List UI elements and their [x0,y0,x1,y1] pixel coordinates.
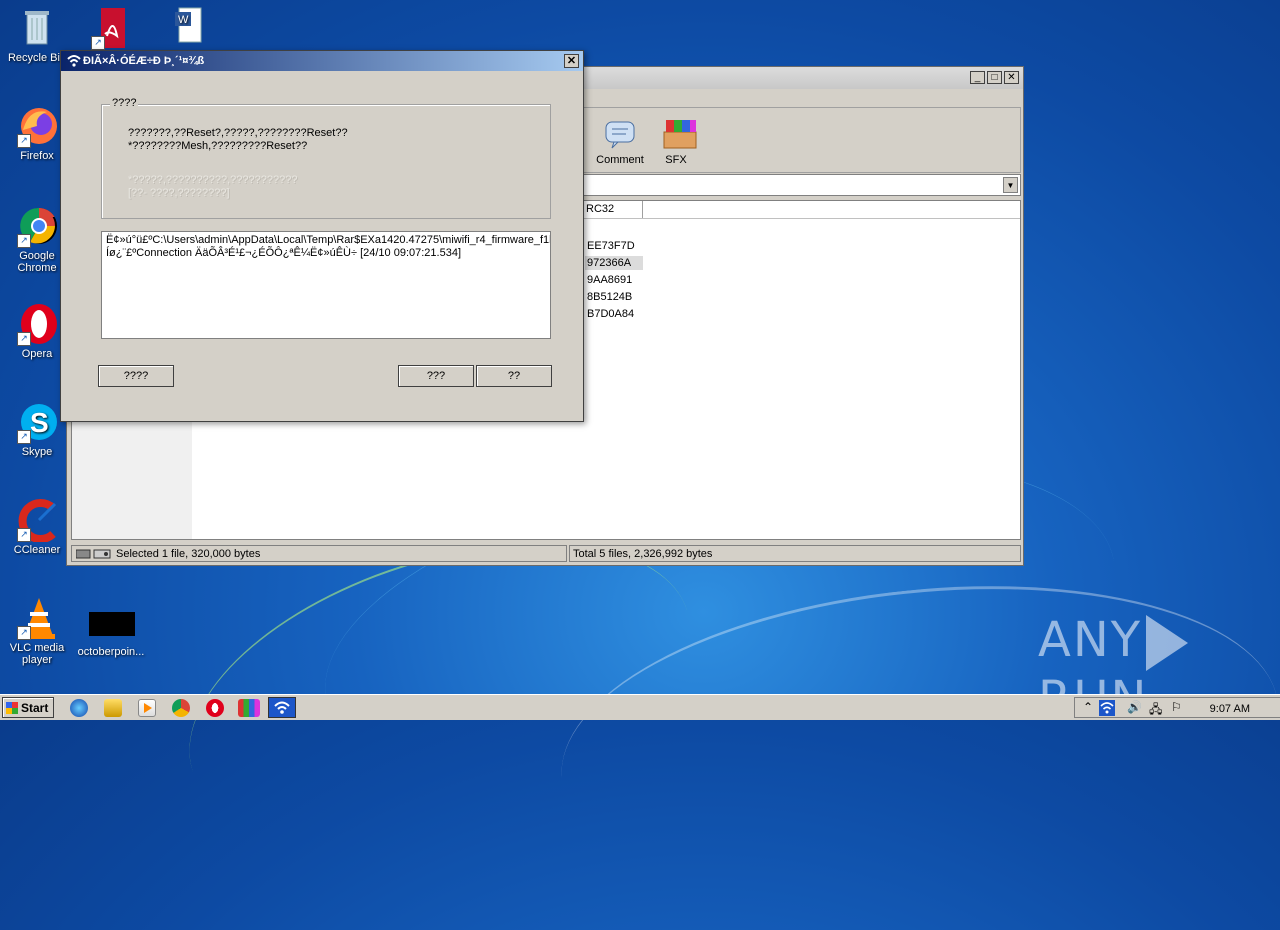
shortcut-arrow-icon: ↗ [17,626,31,640]
dialog-close-button[interactable]: ✕ [564,54,579,68]
repair-tool-dialog[interactable]: ÐIÃ×Â·ÓÉÆ÷Ð Þ¸´¹¤¾ß ✕ ???? ???????,??Res… [60,50,584,422]
explorer-folder-icon[interactable] [104,699,122,717]
start-label: Start [21,701,49,715]
clock[interactable]: 9:07 AM [1210,703,1250,715]
log-line: Ë¢»ú°ü£ºC:\Users\admin\AppData\Local\Tem… [106,234,551,246]
crc32-column-header[interactable]: RC32 [586,203,614,215]
firefox-icon: ↗ [15,104,59,148]
comment-button[interactable]: Comment [590,118,650,166]
desktop-icon-acrobat[interactable]: ↗ [76,6,146,52]
action-center-flag-icon[interactable]: ⚐ [1171,700,1182,714]
crc-cell[interactable]: B7D0A84 [585,307,636,321]
status-selected-text: Selected 1 file, 320,000 bytes [116,548,261,560]
dialog-title: ÐIÃ×Â·ÓÉÆ÷Ð Þ¸´¹¤¾ß [83,55,205,67]
status-total-text: Total 5 files, 2,326,992 bytes [573,548,713,560]
crc-cell[interactable]: 9AA8691 [585,273,634,287]
desktop-icon-file[interactable]: octoberpoin... [76,608,146,658]
chevron-down-icon[interactable]: ▼ [1003,177,1018,193]
dialog-middle-button[interactable]: ??? [398,365,474,387]
info-groupbox: ???? ???????,??Reset?,?????,????????Rese… [101,97,551,219]
repair-tool-taskbar-button[interactable] [268,697,296,718]
desktop-icon-word[interactable]: W [150,6,220,52]
media-player-icon[interactable] [138,699,156,717]
svg-text:S: S [30,407,49,438]
crc-cell[interactable]: EE73F7D [585,239,637,253]
taskbar: Start ⌃ 🔊 🖧 ⚐ 9:07 AM [0,694,1280,720]
dialog-right-button[interactable]: ?? [476,365,552,387]
vlc-icon: ↗ [15,596,59,640]
log-line: Íø¿¨£ºConnection ÄäÕÂ³É¹£¬¿ÉÕÔ¿ªÊ¼Ë¢»úÊÙ… [106,247,462,259]
disabled-line-2: [??- ????,????????] [128,187,230,199]
sfx-button[interactable]: SFX [646,118,706,166]
desktop-icon-label: VLC media player [9,642,65,666]
crc-cell-selected[interactable]: 972366A [585,256,643,270]
file-thumbnail-icon [89,612,135,644]
drive-icon [76,549,111,559]
wifi-icon [67,55,81,67]
chrome-icon: ↗ [15,204,59,248]
disabled-line-1: *?????,??????????,??????????? [128,174,298,186]
status-left-panel: Selected 1 file, 320,000 bytes [71,545,567,562]
desktop-icon-vlc[interactable]: ↗ VLC media player [2,596,72,666]
system-tray: ⌃ 🔊 🖧 ⚐ 9:07 AM [1074,697,1280,718]
desktop-icon-label: CCleaner [13,544,61,556]
shortcut-arrow-icon: ↗ [91,36,105,50]
sfx-label: SFX [665,154,687,166]
watermark-text-any: ANY [1038,612,1143,668]
dialog-left-button[interactable]: ???? [98,365,174,387]
acrobat-icon: ↗ [89,6,133,50]
skype-icon: S ↗ [15,400,59,444]
volume-icon[interactable]: 🔊 [1127,700,1142,714]
play-triangle-icon [1146,615,1189,671]
instruction-line-2: *????????Mesh,?????????Reset?? [128,140,308,152]
status-bar: Selected 1 file, 320,000 bytes Total 5 f… [71,545,1021,563]
opera-icon: ↗ [15,302,59,346]
group-legend: ???? [110,97,139,109]
close-button[interactable]: ✕ [1004,71,1019,84]
show-hidden-icons-icon[interactable]: ⌃ [1083,700,1093,714]
log-textbox[interactable]: Ë¢»ú°ü£ºC:\Users\admin\AppData\Local\Tem… [101,231,551,339]
column-separator [642,201,643,218]
recycle-bin-icon [15,6,59,50]
maximize-button[interactable]: □ [987,71,1002,84]
start-button[interactable]: Start [2,697,54,718]
dialog-titlebar[interactable]: ÐIÃ×Â·ÓÉÆ÷Ð Þ¸´¹¤¾ß ✕ [61,51,583,71]
instruction-line-1: ???????,??Reset?,?????,????????Reset?? [128,127,348,139]
crc-cell[interactable]: 8B5124B [585,290,634,304]
shortcut-arrow-icon: ↗ [17,430,31,444]
shortcut-arrow-icon: ↗ [17,134,31,148]
shortcut-arrow-icon: ↗ [17,528,31,542]
svg-text:W: W [178,14,189,26]
winrar-taskbar-icon[interactable] [238,699,260,717]
comment-icon [604,118,636,150]
shortcut-arrow-icon: ↗ [17,234,31,248]
comment-label: Comment [596,154,644,166]
desktop-icon-label: Skype [21,446,53,458]
sfx-icon [660,118,697,150]
word-icon: W [163,6,207,50]
ccleaner-icon: ↗ [15,498,59,543]
desktop-icon-ccleaner[interactable]: ↗ CCleaner [2,498,72,556]
shortcut-arrow-icon: ↗ [17,332,31,346]
windows-logo-icon [6,702,18,714]
opera-taskbar-icon[interactable] [206,699,224,717]
network-icon[interactable]: 🖧 [1149,700,1162,721]
chrome-taskbar-icon[interactable] [172,699,190,717]
ie-icon[interactable] [70,699,88,717]
desktop-icon-label: octoberpoin... [77,646,145,658]
status-right-panel: Total 5 files, 2,326,992 bytes [569,545,1021,562]
wifi-tray-icon[interactable] [1099,700,1115,716]
minimize-button[interactable]: _ [970,71,985,84]
